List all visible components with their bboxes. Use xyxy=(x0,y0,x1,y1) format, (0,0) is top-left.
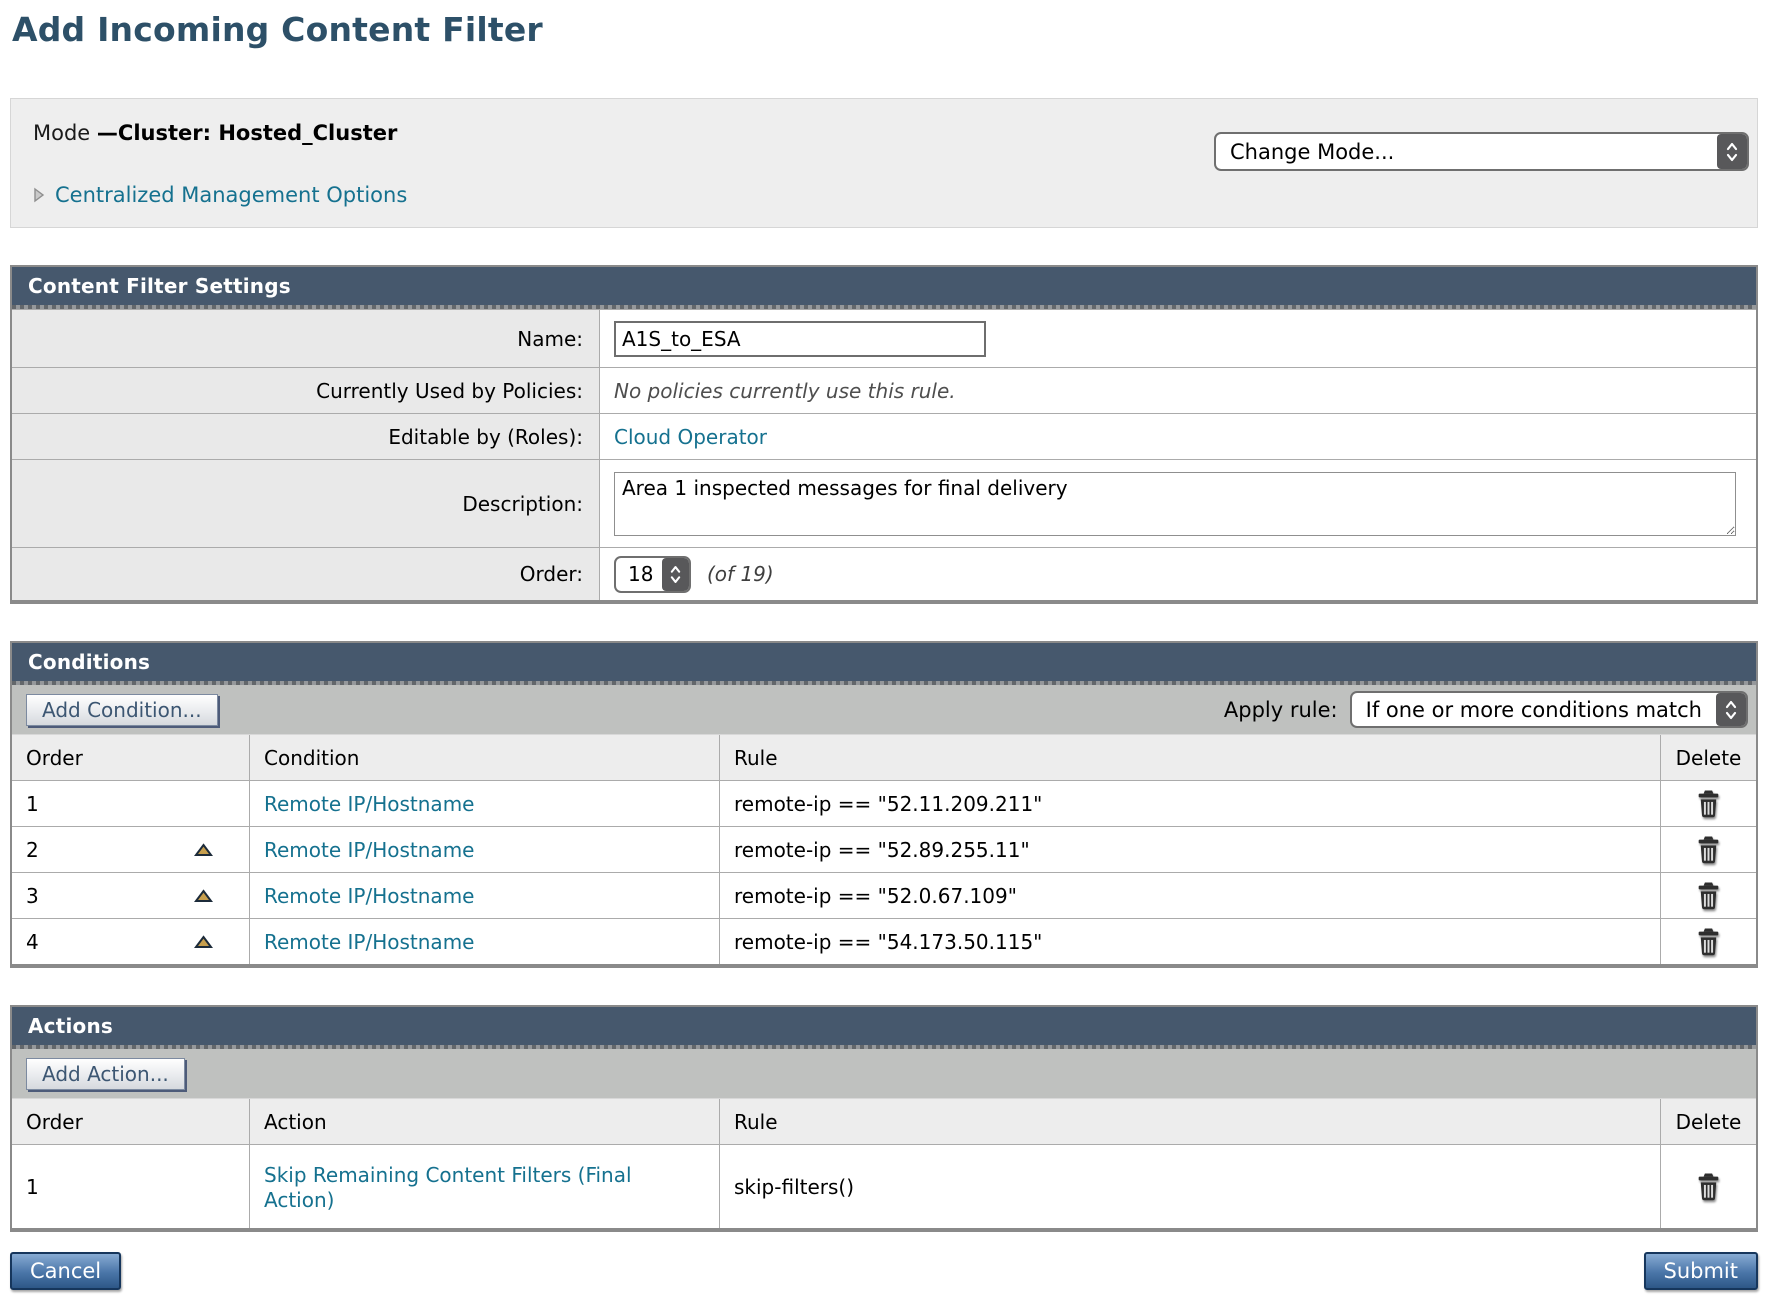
disclosure-triangle-icon[interactable] xyxy=(33,187,45,203)
stepper-icon xyxy=(1717,134,1747,169)
apply-rule-label: Apply rule: xyxy=(1224,698,1338,722)
description-label: Description: xyxy=(12,460,600,547)
mode-label: Mode xyxy=(33,121,97,145)
submit-button[interactable]: Submit xyxy=(1644,1252,1759,1290)
editable-roles-label: Editable by (Roles): xyxy=(12,414,600,459)
conditions-header: Conditions xyxy=(12,643,1756,681)
condition-order: 4 xyxy=(12,919,250,964)
table-row: 1 Remote IP/Hostname remote-ip == "52.11… xyxy=(12,780,1756,826)
trash-icon[interactable] xyxy=(1696,881,1721,910)
actions-header: Actions xyxy=(12,1007,1756,1045)
apply-rule-select[interactable]: If one or more conditions match xyxy=(1350,691,1748,728)
column-header-condition: Condition xyxy=(250,735,720,780)
conditions-table-header: Order Condition Rule Delete xyxy=(12,735,1756,780)
condition-order: 3 xyxy=(12,873,250,918)
conditions-toolbar: Add Condition... Apply rule: If one or m… xyxy=(12,685,1756,735)
mode-box: Mode —Cluster: Hosted_Cluster Centralize… xyxy=(10,98,1758,228)
order-label: Order: xyxy=(12,548,600,600)
condition-order: 1 xyxy=(12,781,250,826)
add-condition-button[interactable]: Add Condition... xyxy=(26,694,218,726)
table-row: 4 Remote IP/Hostname remote-ip == "54.17… xyxy=(12,918,1756,964)
trash-icon[interactable] xyxy=(1696,1172,1721,1201)
policies-value: No policies currently use this rule. xyxy=(614,379,956,403)
page: Add Incoming Content Filter Mode —Cluste… xyxy=(0,10,1770,1298)
condition-rule: remote-ip == "52.89.255.11" xyxy=(734,838,1030,862)
trash-icon[interactable] xyxy=(1696,835,1721,864)
actions-toolbar: Add Action... xyxy=(12,1049,1756,1099)
move-up-icon[interactable] xyxy=(194,935,213,949)
table-row: 3 Remote IP/Hostname remote-ip == "52.0.… xyxy=(12,872,1756,918)
move-up-icon[interactable] xyxy=(194,889,213,903)
actions-panel: Actions Add Action... Order Action Rule … xyxy=(10,1005,1758,1232)
condition-link[interactable]: Remote IP/Hostname xyxy=(264,792,474,816)
content-filter-settings-header: Content Filter Settings xyxy=(12,267,1756,305)
footer: Cancel Submit xyxy=(10,1252,1758,1298)
centralized-management-options-link[interactable]: Centralized Management Options xyxy=(55,183,407,207)
conditions-panel: Conditions Add Condition... Apply rule: … xyxy=(10,641,1758,968)
cloud-operator-link[interactable]: Cloud Operator xyxy=(614,425,767,449)
cancel-button[interactable]: Cancel xyxy=(10,1252,121,1290)
column-header-rule: Rule xyxy=(720,735,1661,780)
actions-table-header: Order Action Rule Delete xyxy=(12,1099,1756,1144)
name-label: Name: xyxy=(12,310,600,367)
order-select-value: 18 xyxy=(616,558,662,591)
table-row: 1 Skip Remaining Content Filters (Final … xyxy=(12,1144,1756,1228)
condition-rule: remote-ip == "54.173.50.115" xyxy=(734,930,1042,954)
condition-link[interactable]: Remote IP/Hostname xyxy=(264,838,474,862)
condition-link[interactable]: Remote IP/Hostname xyxy=(264,930,474,954)
policies-label: Currently Used by Policies: xyxy=(12,368,600,413)
order-select[interactable]: 18 xyxy=(614,556,691,593)
condition-link[interactable]: Remote IP/Hostname xyxy=(264,884,474,908)
column-header-action: Action xyxy=(250,1099,720,1144)
content-filter-settings-header-label: Content Filter Settings xyxy=(28,274,291,298)
change-mode-select[interactable]: Change Mode... xyxy=(1214,132,1749,171)
conditions-header-label: Conditions xyxy=(28,650,150,674)
table-row: 2 Remote IP/Hostname remote-ip == "52.89… xyxy=(12,826,1756,872)
column-header-rule: Rule xyxy=(720,1099,1661,1144)
name-input[interactable] xyxy=(614,321,986,357)
actions-header-label: Actions xyxy=(28,1014,113,1038)
column-header-delete: Delete xyxy=(1661,1099,1756,1144)
add-action-button[interactable]: Add Action... xyxy=(26,1058,185,1090)
condition-rule: remote-ip == "52.11.209.211" xyxy=(734,792,1042,816)
column-header-order: Order xyxy=(12,735,250,780)
mode-line: Mode —Cluster: Hosted_Cluster xyxy=(33,121,397,145)
change-mode-select-value: Change Mode... xyxy=(1216,134,1717,169)
column-header-delete: Delete xyxy=(1661,735,1756,780)
stepper-icon xyxy=(662,558,689,591)
content-filter-settings-panel: Content Filter Settings Name: Currently … xyxy=(10,265,1758,604)
action-rule: skip-filters() xyxy=(734,1175,854,1199)
order-of-note: (of 19) xyxy=(707,562,774,586)
trash-icon[interactable] xyxy=(1696,789,1721,818)
page-title: Add Incoming Content Filter xyxy=(12,10,1770,49)
action-link[interactable]: Skip Remaining Content Filters (Final Ac… xyxy=(264,1161,705,1213)
stepper-icon xyxy=(1716,693,1746,726)
move-up-icon[interactable] xyxy=(194,843,213,857)
description-input[interactable]: Area 1 inspected messages for final deli… xyxy=(614,472,1736,536)
column-header-order: Order xyxy=(12,1099,250,1144)
condition-rule: remote-ip == "52.0.67.109" xyxy=(734,884,1017,908)
trash-icon[interactable] xyxy=(1696,927,1721,956)
action-order: 1 xyxy=(12,1145,250,1228)
condition-order: 2 xyxy=(12,827,250,872)
apply-rule-select-value: If one or more conditions match xyxy=(1352,693,1716,726)
mode-value: —Cluster: Hosted_Cluster xyxy=(97,121,397,145)
